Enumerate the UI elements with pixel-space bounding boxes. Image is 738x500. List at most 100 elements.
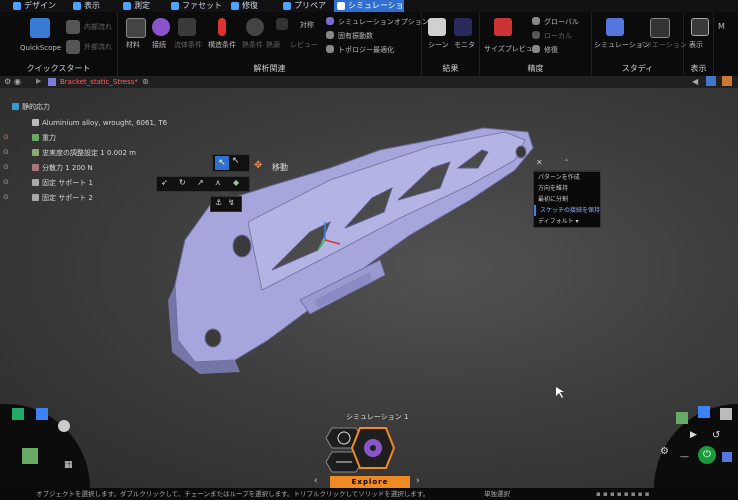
visibility-toggle-icon[interactable]: ⊙ [3,178,9,186]
material-button[interactable]: 材料 [126,40,140,50]
cube-view-icon[interactable] [12,408,24,420]
status-mode[interactable]: 単独選択 [484,488,510,500]
menu-item-keep-direction[interactable]: 方向を維持 [534,183,600,194]
external-flow-button[interactable]: 外部流れ [84,42,112,52]
eye-icon[interactable]: ◉ [14,77,21,86]
display-cube-icon[interactable] [720,408,732,420]
play-icon[interactable]: ▶ [690,430,697,440]
review-button[interactable]: レビュー [290,40,318,50]
scene-button[interactable]: シーン [428,40,449,50]
tree-item-material[interactable]: Aluminium alloy, wrought, 6061, T6 [32,118,167,128]
sweep-icon[interactable]: ↗ [197,178,204,187]
power-icon[interactable]: ⏻ [698,446,716,464]
select-cursor-icon[interactable]: ↖ [215,156,229,170]
quickscope-button[interactable]: QuickScope [20,44,61,52]
m-button[interactable]: M [718,22,725,31]
menu-item-create-pattern[interactable]: パターンを作成 [534,172,600,183]
simulation-selector[interactable] [322,424,402,474]
chart-icon[interactable] [706,76,716,86]
heat-button[interactable]: 熱条件 [242,40,263,50]
menu-item-default[interactable]: ディフォルト ▾ [534,216,600,227]
natural-freq-button[interactable]: 固有振動数 [338,31,373,41]
visibility-toggle-icon[interactable]: ⊙ [3,163,9,171]
tab-measure[interactable]: 測定 [120,0,166,12]
structural-condition-button[interactable]: 構造条件 [208,40,236,50]
display-button[interactable]: 表示 [689,40,703,50]
chevron-up-icon[interactable]: ⌃ [563,158,570,167]
quickscope-icon[interactable] [30,18,50,38]
repair-mesh-button[interactable]: 修復 [544,45,558,55]
breadcrumb[interactable]: Bracket_static_Stress* [60,76,138,88]
visibility-toggle-icon[interactable]: ⊙ [3,193,9,201]
sphere-icon[interactable] [58,420,70,432]
undo-icon[interactable]: ↺ [712,430,720,441]
visibility-toggle-icon[interactable]: ⊙ [3,148,9,156]
wave-icon[interactable] [722,76,732,86]
chevron-right-icon[interactable]: › [416,476,420,486]
link-icon: ⊛ [142,77,149,86]
material-tree-icon [32,119,39,126]
tree-item-fidelity[interactable]: 忠実度の調整設定 1 0.002 m [32,148,136,158]
group-label-quickstart: クイックスタート [26,64,91,73]
monitor-button[interactable]: モニタ [454,40,475,50]
menu-item-keep-sketch[interactable]: スケッチの接続を保持 [534,205,600,216]
anchor-icon[interactable]: ⚓ [215,198,222,207]
tab-repair[interactable]: 修復 [228,0,278,12]
ruler-icon[interactable]: ↯ [228,198,235,207]
blend-icon[interactable]: ⋏ [215,178,221,187]
tree-item-force[interactable]: 分散力 1 200 N [32,163,93,173]
tab-simulation[interactable]: シミュレーション [334,0,404,22]
tree-item-support-2[interactable]: 固定 サポート 2 [32,193,93,203]
grid-icon[interactable]: ▦ [64,460,73,470]
fill-icon[interactable]: ◆ [233,178,239,187]
gear-icon[interactable]: ⚙ [4,77,11,86]
ribbon-group-results: シーン モニタ 結果 [422,12,480,76]
connection-button[interactable]: 接続 [152,40,166,50]
move-tool-icon[interactable]: ✥ [254,160,262,171]
topology-icon [326,45,334,53]
shape-icon[interactable] [722,452,732,462]
repair-mesh-icon [532,45,540,53]
layers-icon[interactable] [698,406,710,418]
monitor-icon [454,18,472,36]
status-icons: ▪ ▪ ▪ ▪ ▪ ▪ ▪ ▪ [596,490,650,498]
cube-icon[interactable] [676,412,688,424]
sim-option-button[interactable]: シミュレーションオプション [338,17,429,27]
revolve-icon[interactable]: ↻ [179,178,186,187]
expand-arrow-icon[interactable]: ▶ [36,77,41,85]
fluid-condition-button[interactable]: 流体条件 [174,40,202,50]
tab-design[interactable]: デザイン [10,0,68,12]
tree-item-support-1[interactable]: 固定 サポート 1 [32,178,93,188]
menu-item-split-first[interactable]: 最初に分割 [534,194,600,205]
tab-display[interactable]: 表示 [70,0,118,12]
simulation-label: シミュレーション 1 [346,413,409,421]
visibility-toggle-icon[interactable]: ⊙ [3,133,9,141]
minus-icon[interactable]: — [680,452,689,462]
orientation-cube-icon[interactable] [22,448,38,464]
symmetry-button[interactable]: 対称 [300,20,314,30]
sim-settings-icon[interactable]: ⚙ [660,446,669,457]
local-button[interactable]: ローカル [544,31,572,41]
cross-icon[interactable]: ✕ [536,158,543,167]
left-nav-icon[interactable]: ◀ [692,77,698,86]
home-icon[interactable] [36,408,48,420]
ribbon-group-analysis: 材料 接続 流体条件 構造条件 熱条件 対称 レビュー 熱源 シミュレーションオ… [118,12,429,76]
tree-item-gravity[interactable]: 重力 [32,133,56,143]
internal-flow-button[interactable]: 内部流れ [84,22,112,32]
variation-icon [650,18,670,38]
ribbon-group-accuracy: サイズプレビュー グローバル ローカル 修復 精度 [480,12,592,76]
natural-freq-icon [326,31,334,39]
tab-facet[interactable]: ファセット [168,0,226,12]
extra-tool-strip: ⚓ ↯ [210,196,242,212]
tab-prepare[interactable]: プリペア [280,0,332,12]
explore-button[interactable]: Explore [330,476,410,488]
tree-item-static-stress[interactable]: 静的応力 [12,102,50,112]
global-button[interactable]: グローバル [544,17,579,27]
variation-button[interactable]: バリエーション [638,40,687,50]
select-body-icon[interactable]: ↖ [232,156,240,166]
fidelity-icon [32,149,39,156]
chevron-left-icon[interactable]: ‹ [314,476,318,486]
topology-button[interactable]: トポロジー最適化 [338,45,394,55]
pull-icon[interactable]: ➶ [161,178,168,187]
sim-option-icon [326,17,334,25]
